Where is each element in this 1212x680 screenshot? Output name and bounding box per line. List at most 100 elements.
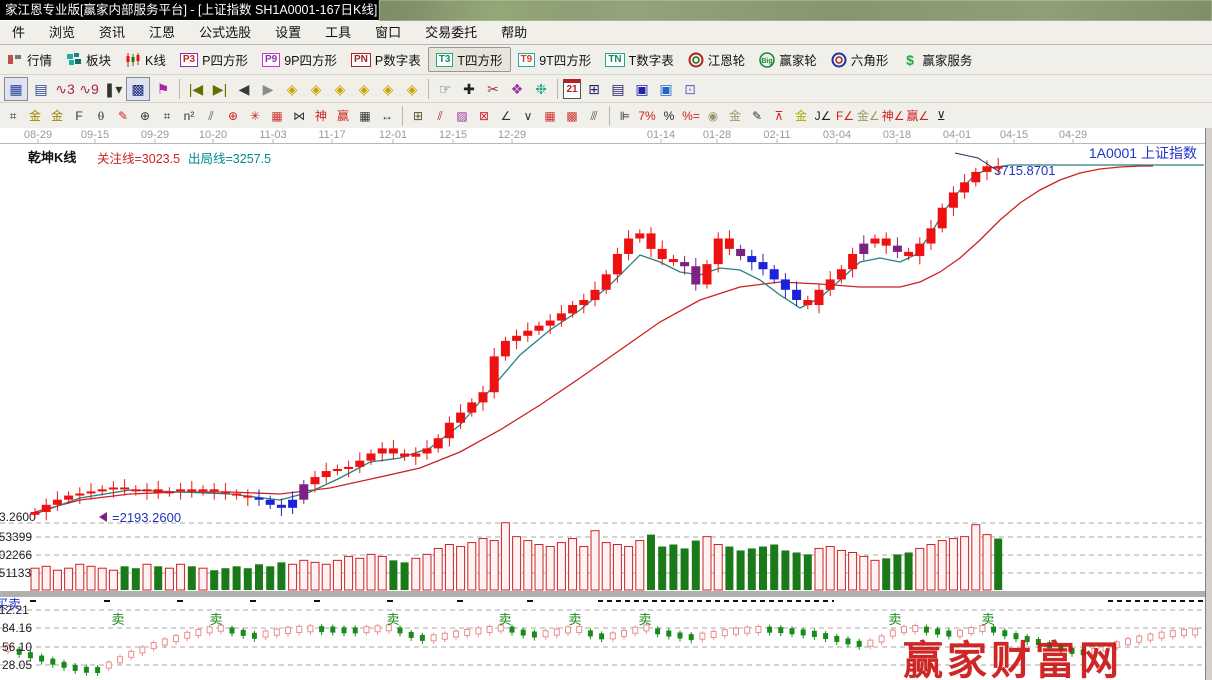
- gold-grid-icon[interactable]: 金: [25, 106, 45, 125]
- window-grid-icon[interactable]: ▦: [4, 76, 28, 101]
- menu-item[interactable]: 工具: [313, 21, 363, 44]
- ying-tool-icon[interactable]: 赢: [333, 106, 353, 125]
- sell-signal-marker: 卖: [981, 612, 994, 627]
- circle-cross-icon[interactable]: ⊕: [135, 106, 155, 125]
- flag-chart-icon[interactable]: ⚑: [152, 78, 174, 100]
- shen-angle-icon[interactable]: 神∠: [882, 106, 905, 125]
- calendar-icon[interactable]: 21: [563, 78, 581, 99]
- percent-icon[interactable]: %: [659, 106, 679, 125]
- f-grid-icon[interactable]: F: [69, 106, 89, 125]
- menu-item[interactable]: 设置: [263, 21, 313, 44]
- pencil-angle-icon[interactable]: ∠: [496, 106, 516, 125]
- j-angle-icon[interactable]: J∠: [813, 106, 833, 125]
- network-icon[interactable]: ❉: [530, 78, 552, 100]
- p-square-button[interactable]: P3 P四方形: [173, 48, 255, 71]
- n-square-icon[interactable]: n²: [179, 106, 199, 125]
- p9-square-button[interactable]: P9 9P四方形: [255, 48, 344, 71]
- toolbar-separator: [402, 105, 403, 126]
- crosshair-icon[interactable]: ✚: [458, 78, 480, 100]
- gold-circle-icon[interactable]: ◉: [703, 106, 723, 125]
- menu-item[interactable]: 件: [0, 21, 37, 44]
- angle-a-icon[interactable]: ⫽: [201, 106, 221, 125]
- page-back-icon[interactable]: ◀: [233, 78, 255, 100]
- scissors-icon[interactable]: ✂: [482, 78, 504, 100]
- info-document-icon[interactable]: ▤: [30, 78, 52, 100]
- overlay-compare-icon[interactable]: ▩: [126, 76, 150, 101]
- box-lines-icon[interactable]: ⊠: [474, 106, 494, 125]
- ray-fan-icon[interactable]: ⫽: [430, 106, 450, 125]
- gold-grid2-icon[interactable]: 金: [47, 106, 67, 125]
- goto-last-icon[interactable]: ▶|: [209, 78, 231, 100]
- window-tool-icon[interactable]: ⊞: [408, 106, 428, 125]
- diamond-expand-icon[interactable]: ◈: [329, 78, 351, 100]
- winner-service-button[interactable]: $ 赢家服务: [895, 48, 979, 71]
- grid123-icon[interactable]: ▦: [355, 106, 375, 125]
- menu-item[interactable]: 江恩: [137, 21, 187, 44]
- grid-tool-icon[interactable]: ⌗: [3, 106, 23, 125]
- volume-axis-label: 302266: [0, 548, 33, 562]
- blocks-button[interactable]: 板块: [59, 48, 118, 71]
- menu-item[interactable]: 公式选股: [187, 21, 263, 44]
- gold-angle-icon[interactable]: 金∠: [857, 106, 880, 125]
- spiral-icon[interactable]: ⍬: [91, 106, 111, 125]
- ribbon-tool-icon[interactable]: ❖: [506, 78, 528, 100]
- kk-icon[interactable]: ⋈: [289, 106, 309, 125]
- f-angle-icon[interactable]: F∠: [835, 106, 855, 125]
- wave9-chart-icon[interactable]: ∿9: [78, 78, 100, 100]
- red-star-icon[interactable]: ✳: [245, 106, 265, 125]
- toolbar-button-label: 9T四方形: [539, 54, 592, 68]
- chart-canvas[interactable]: 卖卖卖卖卖卖卖卖: [0, 128, 1205, 680]
- w-angle-icon[interactable]: ⊻: [931, 106, 951, 125]
- calculator-icon[interactable]: ⊞: [583, 78, 605, 100]
- pen-flame-icon[interactable]: ✎: [747, 106, 767, 125]
- goto-first-icon[interactable]: |◀: [185, 78, 207, 100]
- page-forward-icon[interactable]: ▶: [257, 78, 279, 100]
- export-icon[interactable]: ▣: [655, 78, 677, 100]
- notepad-icon[interactable]: ▤: [607, 78, 629, 100]
- diamond-shift-left-icon[interactable]: ◈: [281, 78, 303, 100]
- p9-square-button-badge-icon: P9: [261, 52, 281, 67]
- shen-tool-icon[interactable]: 神: [311, 106, 331, 125]
- fan-box-icon[interactable]: ▨: [452, 106, 472, 125]
- red-lattice-icon[interactable]: ▦: [540, 106, 560, 125]
- kline-button[interactable]: K线: [118, 48, 173, 71]
- menu-item[interactable]: 窗口: [363, 21, 413, 44]
- gold-angle0-icon[interactable]: 金: [791, 106, 811, 125]
- p-table-button[interactable]: PN P数字表: [344, 48, 428, 71]
- ying-angle-icon[interactable]: 赢∠: [907, 106, 930, 125]
- check-line-icon[interactable]: ∨: [518, 106, 538, 125]
- candle-style-dropdown-icon[interactable]: ❚▾: [102, 78, 124, 100]
- package-icon[interactable]: ⊡: [679, 78, 701, 100]
- slash-lines-icon[interactable]: ⫻: [584, 106, 604, 125]
- menu-item[interactable]: 资讯: [87, 21, 137, 44]
- diamond-zoom-out-icon[interactable]: ◈: [401, 78, 423, 100]
- t-square-button[interactable]: T3 T四方形: [427, 47, 511, 72]
- diamond-compress-icon[interactable]: ◈: [353, 78, 375, 100]
- bar-scale-icon[interactable]: ⊫: [615, 106, 635, 125]
- hand-drag-icon[interactable]: ☞: [434, 78, 456, 100]
- brush-icon[interactable]: ✎: [113, 106, 133, 125]
- t9-square-button[interactable]: T9 9T四方形: [511, 48, 599, 71]
- hexagon-button[interactable]: 六角形: [824, 48, 896, 71]
- diamond-shift-right-icon[interactable]: ◈: [305, 78, 327, 100]
- diamond-zoom-in-icon[interactable]: ◈: [377, 78, 399, 100]
- quote-button[interactable]: 行情: [0, 48, 59, 71]
- t-table-button[interactable]: TN T数字表: [598, 48, 680, 71]
- percent-line-icon[interactable]: 7%: [637, 106, 657, 125]
- h-measure-icon[interactable]: ↔: [377, 106, 397, 125]
- save-icon[interactable]: ▣: [631, 78, 653, 100]
- wave3-chart-icon[interactable]: ∿3: [54, 78, 76, 100]
- menu-item[interactable]: 浏览: [37, 21, 87, 44]
- winner-wheel-button[interactable]: Big 赢家轮: [752, 48, 824, 71]
- gold-line-icon[interactable]: 金: [725, 106, 745, 125]
- red-lattice2-icon[interactable]: ▩: [562, 106, 582, 125]
- red-circle-cross-icon[interactable]: ⊕: [223, 106, 243, 125]
- hash-grid-icon[interactable]: ⌗: [157, 106, 177, 125]
- percent-level-icon[interactable]: %=: [681, 106, 701, 125]
- chart-area[interactable]: 08-29 09-15 09-29 10-20 11-03 11-17 12-01 12-15…: [0, 128, 1205, 680]
- menu-item[interactable]: 帮助: [489, 21, 539, 44]
- menu-item[interactable]: 交易委托: [413, 21, 489, 44]
- red-grid-icon[interactable]: ▦: [267, 106, 287, 125]
- gann-wheel-button[interactable]: 江恩轮: [681, 48, 753, 71]
- press-line-icon[interactable]: ⊼: [769, 106, 789, 125]
